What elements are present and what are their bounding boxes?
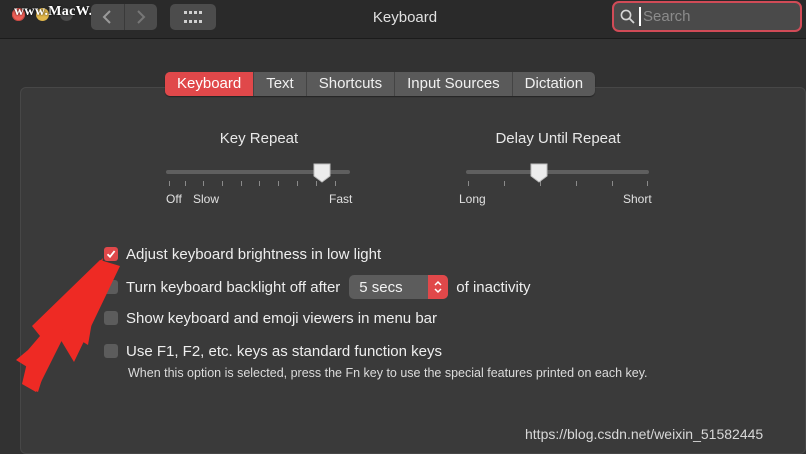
tab-dictation[interactable]: Dictation bbox=[511, 72, 595, 96]
select-stepper[interactable] bbox=[428, 275, 449, 299]
brightness-option: Adjust keyboard brightness in low light bbox=[104, 244, 381, 264]
search-field[interactable] bbox=[612, 1, 802, 32]
search-icon bbox=[620, 9, 635, 24]
brightness-label: Adjust keyboard brightness in low light bbox=[126, 245, 382, 263]
tab-bar: Keyboard Text Shortcuts Input Sources Di… bbox=[165, 72, 596, 96]
credit-watermark: https://blog.csdn.net/weixin_51582445 bbox=[525, 426, 764, 442]
delay-min-long: Long bbox=[459, 192, 486, 206]
key-repeat-group: Key Repeat Off Slow Fast bbox=[166, 130, 352, 206]
viewers-option: Show keyboard and emoji viewers in menu … bbox=[104, 308, 437, 328]
tab-shortcuts[interactable]: Shortcuts bbox=[305, 72, 394, 96]
backlight-timeout-select[interactable]: 5 secs bbox=[349, 275, 449, 299]
brightness-checkbox[interactable] bbox=[104, 247, 118, 261]
show-all-button[interactable] bbox=[170, 4, 216, 30]
delay-until-repeat-slider-thumb[interactable] bbox=[530, 163, 548, 183]
settings-panel bbox=[20, 87, 806, 454]
viewers-label: Show keyboard and emoji viewers in menu … bbox=[126, 309, 437, 327]
up-down-chevron-icon bbox=[434, 280, 442, 294]
backlight-timeout-value: 5 secs bbox=[359, 278, 403, 296]
grid-icon bbox=[184, 11, 202, 23]
key-repeat-min-off: Off bbox=[166, 192, 182, 206]
forward-button[interactable] bbox=[123, 4, 158, 30]
key-repeat-label: Key Repeat bbox=[219, 130, 299, 147]
title-bar: www.MacW.com Keyboard bbox=[0, 0, 806, 39]
viewers-checkbox[interactable] bbox=[104, 311, 118, 325]
fn-keys-option: Use F1, F2, etc. keys as standard functi… bbox=[104, 341, 442, 361]
backlight-label-before: Turn keyboard backlight off after bbox=[126, 278, 341, 296]
key-repeat-slider-thumb[interactable] bbox=[313, 163, 331, 183]
fn-keys-help-text: When this option is selected, press the … bbox=[128, 366, 648, 380]
delay-max-short: Short bbox=[623, 192, 652, 206]
backlight-checkbox[interactable] bbox=[104, 280, 118, 294]
window-title: Keyboard bbox=[372, 9, 438, 26]
fn-keys-label: Use F1, F2, etc. keys as standard functi… bbox=[126, 342, 442, 360]
key-repeat-max-fast: Fast bbox=[329, 192, 353, 206]
backlight-label-after: of inactivity bbox=[456, 278, 531, 296]
chevron-left-icon bbox=[102, 10, 111, 24]
delay-until-repeat-group: Delay Until Repeat Long Short bbox=[459, 130, 657, 206]
delay-until-repeat-ticks bbox=[466, 181, 649, 187]
delay-until-repeat-slider[interactable] bbox=[466, 170, 649, 174]
tab-input-sources[interactable]: Input Sources bbox=[394, 72, 512, 96]
chevron-right-icon bbox=[137, 10, 146, 24]
back-button[interactable] bbox=[91, 4, 124, 30]
checkmark-icon bbox=[106, 250, 116, 259]
tab-keyboard[interactable]: Keyboard bbox=[165, 72, 254, 96]
tab-text[interactable]: Text bbox=[253, 72, 306, 96]
key-repeat-min-slow: Slow bbox=[193, 192, 220, 206]
search-input[interactable] bbox=[639, 7, 795, 26]
backlight-option: Turn keyboard backlight off after 5 secs… bbox=[104, 275, 531, 299]
fn-keys-checkbox[interactable] bbox=[104, 344, 118, 358]
delay-until-repeat-label: Delay Until Repeat bbox=[495, 130, 621, 147]
preferences-window: www.MacW.com Keyboard Search Keyboard Te… bbox=[0, 0, 806, 454]
navigation-buttons bbox=[91, 4, 157, 30]
